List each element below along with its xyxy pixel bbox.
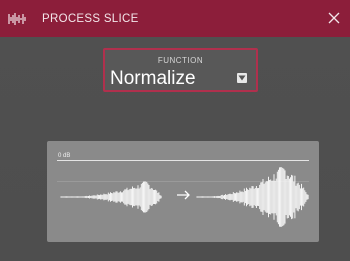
function-value: Normalize [110, 68, 196, 89]
waveform-graphic [60, 167, 309, 227]
original-waveform [60, 181, 162, 213]
title-bar: PROCESS SLICE [0, 0, 350, 37]
waveform-preview: 0 dB [47, 141, 319, 242]
dialog-title: PROCESS SLICE [42, 12, 139, 25]
normalized-waveform [196, 167, 309, 227]
function-label: FUNCTION [157, 56, 204, 65]
process-slice-dialog: PROCESS SLICE FUNCTION Normalize 0 dB [0, 0, 350, 261]
close-icon[interactable] [324, 8, 344, 28]
waveform-logo-icon [8, 10, 26, 28]
function-selector[interactable]: FUNCTION Normalize [103, 48, 258, 92]
chevron-down-icon[interactable] [237, 73, 247, 83]
arrow-right-icon [177, 190, 190, 200]
